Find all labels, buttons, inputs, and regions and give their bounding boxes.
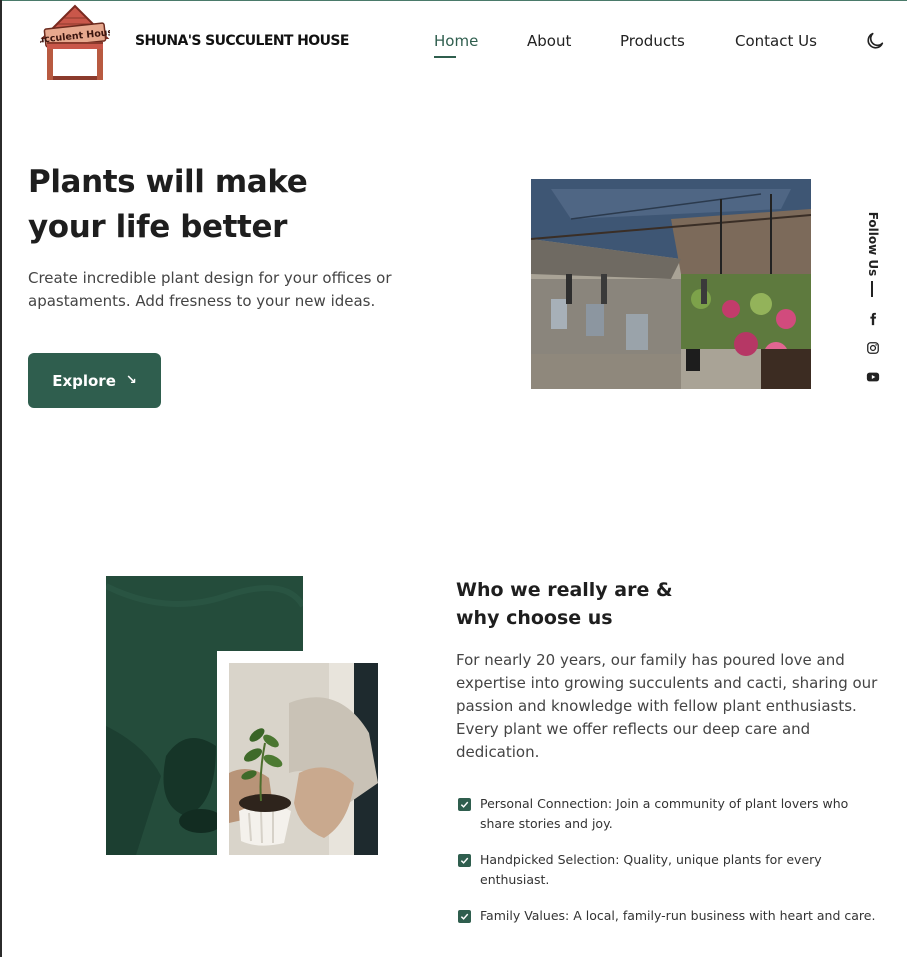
youtube-icon[interactable] [866,370,880,384]
about-title: Who we really are & why choose us [456,576,716,632]
hero-title-line-1: Plants will make [28,164,308,200]
brand-name[interactable]: SHUNA'S SUCCULENT HOUSE [135,33,349,49]
nav-about[interactable]: About [527,32,571,50]
logo[interactable]: Succulent House [40,4,110,82]
about-description: For nearly 20 years, our family has pour… [456,651,878,761]
feature-item: Family Values: A local, family-run busin… [480,908,876,923]
nav-active-indicator [434,56,456,58]
nav-contact-us[interactable]: Contact Us [735,32,817,50]
explore-button-label: Explore [52,371,116,390]
follow-us-label: Follow Us [866,211,880,277]
nav-products[interactable]: Products [620,32,685,50]
facebook-icon[interactable] [866,312,880,326]
check-icon [458,854,471,867]
top-accent-line [2,0,907,1]
hero-description: Create incredible plant design for your … [28,269,392,310]
follow-divider [871,281,873,297]
hero-title-line-2: your life better [28,209,287,245]
moon-icon[interactable] [864,30,886,52]
check-icon [458,910,471,923]
arrow-down-right-icon: ↘ [125,373,137,388]
instagram-icon[interactable] [866,341,880,355]
feature-item: Personal Connection: Join a community of… [480,796,849,831]
greenhouse-photo [531,179,811,389]
about-title-line-1: Who we really are & [456,579,673,601]
seedling-in-pot-photo [229,663,378,855]
about-title-line-2: why choose us [456,607,613,629]
explore-button[interactable]: Explore ↘ [28,353,161,408]
feature-item: Handpicked Selection: Quality, unique pl… [480,852,822,887]
hero-title: Plants will make your life better [28,160,348,250]
nav-home[interactable]: Home [434,32,478,50]
check-icon [458,798,471,811]
